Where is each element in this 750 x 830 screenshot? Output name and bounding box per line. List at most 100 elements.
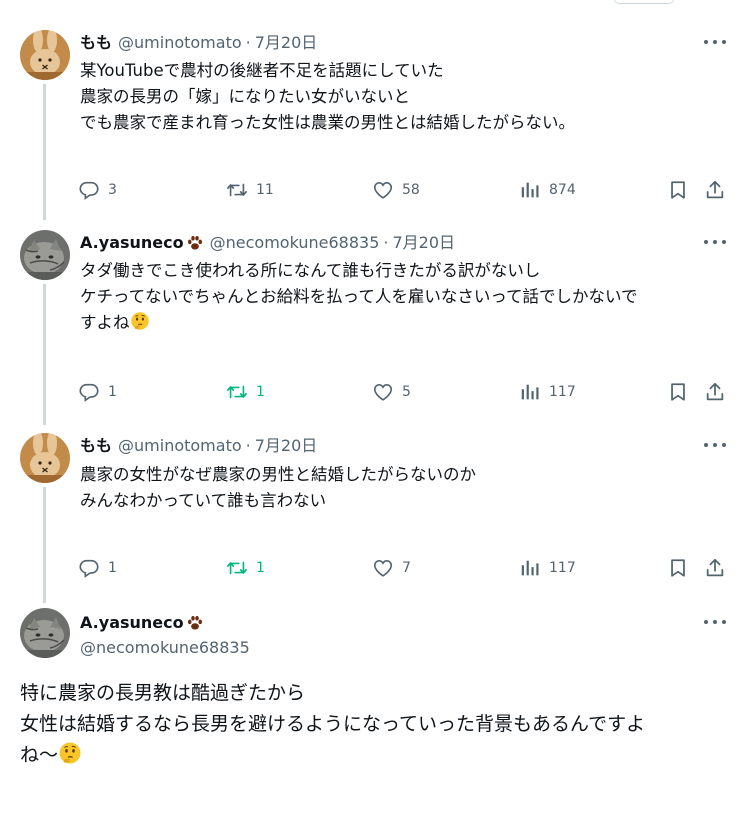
- repost-button[interactable]: 11: [226, 178, 274, 202]
- author-name[interactable]: もも: [80, 436, 112, 456]
- like-count: 58: [402, 182, 420, 198]
- more-icon[interactable]: [704, 232, 726, 252]
- like-icon: [372, 381, 394, 403]
- reply-button[interactable]: 1: [78, 556, 117, 580]
- repost-count: 1: [256, 560, 265, 576]
- separator: ·: [245, 436, 251, 455]
- paw-icon: [186, 234, 204, 252]
- like-button[interactable]: 5: [372, 380, 411, 404]
- author-handle[interactable]: @necomokune68835: [80, 638, 250, 658]
- like-icon: [372, 179, 394, 201]
- views-icon: [519, 381, 541, 403]
- author-name[interactable]: A.yasuneco: [80, 613, 184, 633]
- cat-avatar-icon: [20, 230, 70, 280]
- post-header: A.yasuneco @necomokune68835 · 7月20日: [80, 233, 455, 253]
- post-header: もも @uminotomato · 7月20日: [80, 33, 317, 53]
- bookmark-button[interactable]: [667, 178, 689, 202]
- reply-button[interactable]: 3: [78, 178, 117, 202]
- text-line: ね〜: [20, 744, 59, 766]
- post-text: 特に農家の長男教は酷過ぎたから 女性は結婚するなら長男を避けるようになっていった…: [20, 678, 732, 771]
- action-bar: 1 1 7 117: [78, 556, 728, 580]
- text-line: 特に農家の長男教は酷過ぎたから: [20, 682, 306, 704]
- views-button[interactable]: 117: [519, 380, 576, 404]
- bookmark-button[interactable]: [667, 556, 689, 580]
- share-icon: [704, 381, 726, 403]
- more-icon[interactable]: [704, 435, 726, 455]
- text-line: でも農家で産まれ育った女性は農業の男性とは結婚したがらない。: [80, 113, 575, 132]
- text-line: みんなわかっていて誰も言わない: [80, 491, 327, 510]
- bookmark-button[interactable]: [667, 380, 689, 404]
- separator: ·: [245, 33, 251, 52]
- post-date[interactable]: 7月20日: [255, 436, 318, 456]
- reply-count: 1: [108, 560, 117, 576]
- share-button[interactable]: [704, 178, 726, 202]
- avatar[interactable]: [20, 433, 70, 483]
- bookmark-icon: [667, 381, 689, 403]
- post-date[interactable]: 7月20日: [392, 233, 455, 253]
- text-line: 某YouTubeで農村の後継者不足を話題にしていた: [80, 61, 444, 80]
- author-name-row: A.yasuneco: [80, 613, 204, 633]
- separator: ·: [383, 233, 389, 252]
- thinking-emoji: [58, 741, 82, 765]
- repost-icon: [226, 557, 248, 579]
- post-text: 農家の女性がなぜ農家の男性と結婚したがらないのか みんなわかっていて誰も言わない: [80, 462, 730, 514]
- repost-icon: [226, 179, 248, 201]
- reply-button[interactable]: 1: [78, 380, 117, 404]
- miffy-avatar-icon: [20, 30, 70, 80]
- views-button[interactable]: 117: [519, 556, 576, 580]
- like-button[interactable]: 7: [372, 556, 411, 580]
- share-icon: [704, 179, 726, 201]
- share-icon: [704, 557, 726, 579]
- reply-icon: [78, 557, 100, 579]
- author-name[interactable]: A.yasuneco: [80, 233, 184, 253]
- like-button[interactable]: 58: [372, 178, 420, 202]
- author-name[interactable]: もも: [80, 33, 112, 53]
- thread-line: [43, 84, 46, 220]
- views-count: 117: [549, 560, 576, 576]
- more-icon[interactable]: [704, 32, 726, 52]
- author-handle[interactable]: @uminotomato: [118, 436, 242, 456]
- author-handle[interactable]: @necomokune68835: [210, 233, 380, 253]
- repost-button[interactable]: 1: [226, 380, 265, 404]
- thread-post-3[interactable]: もも @uminotomato · 7月20日 農家の女性がなぜ農家の男性と結婚…: [0, 425, 750, 603]
- cat-avatar-icon: [20, 608, 70, 658]
- bookmark-icon: [667, 557, 689, 579]
- thread-line: [43, 284, 46, 425]
- text-line: タダ働きでこき使われる所になんて誰も行きたがる訳がないし: [80, 261, 541, 280]
- thinking-emoji: [130, 311, 150, 331]
- repost-icon: [226, 381, 248, 403]
- avatar[interactable]: [20, 608, 70, 658]
- thread-line: [43, 487, 46, 603]
- text-line: 農家の長男の「嫁」になりたい女がいないと: [80, 87, 410, 106]
- bookmark-icon: [667, 179, 689, 201]
- action-bar: 1 1 5 117: [78, 380, 728, 404]
- author-handle[interactable]: @uminotomato: [118, 33, 242, 53]
- avatar[interactable]: [20, 230, 70, 280]
- avatar[interactable]: [20, 30, 70, 80]
- text-line: 農家の女性がなぜ農家の男性と結婚したがらないのか: [80, 465, 476, 484]
- reply-count: 1: [108, 384, 117, 400]
- post-text: タダ働きでこき使われる所になんて誰も行きたがる訳がないし ケチってないでちゃんと…: [80, 258, 730, 336]
- text-line-with-emoji: ね〜: [20, 740, 732, 771]
- action-bar: 3 11 58 874: [78, 178, 728, 202]
- thread-post-1[interactable]: もも @uminotomato · 7月20日 某YouTubeで農村の後継者不…: [0, 0, 750, 220]
- post-header: もも @uminotomato · 7月20日: [80, 436, 317, 456]
- miffy-avatar-icon: [20, 433, 70, 483]
- repost-button[interactable]: 1: [226, 556, 265, 580]
- reply-icon: [78, 179, 100, 201]
- repost-count: 11: [256, 182, 274, 198]
- share-button[interactable]: [704, 380, 726, 404]
- like-count: 5: [402, 384, 411, 400]
- share-button[interactable]: [704, 556, 726, 580]
- main-post: A.yasuneco @necomokune68835 特に農家の長男教は酷過ぎ…: [0, 603, 750, 830]
- post-date[interactable]: 7月20日: [255, 33, 318, 53]
- views-button[interactable]: 874: [519, 178, 576, 202]
- repost-count: 1: [256, 384, 265, 400]
- views-count: 117: [549, 384, 576, 400]
- like-icon: [372, 557, 394, 579]
- more-icon[interactable]: [704, 612, 726, 632]
- thread-post-2[interactable]: A.yasuneco @necomokune68835 · 7月20日 タダ働き…: [0, 220, 750, 425]
- text-line: すよね: [80, 313, 130, 332]
- reply-count: 3: [108, 182, 117, 198]
- text-line: 女性は結婚するなら長男を避けるようになっていった背景もあるんですよ: [20, 713, 646, 735]
